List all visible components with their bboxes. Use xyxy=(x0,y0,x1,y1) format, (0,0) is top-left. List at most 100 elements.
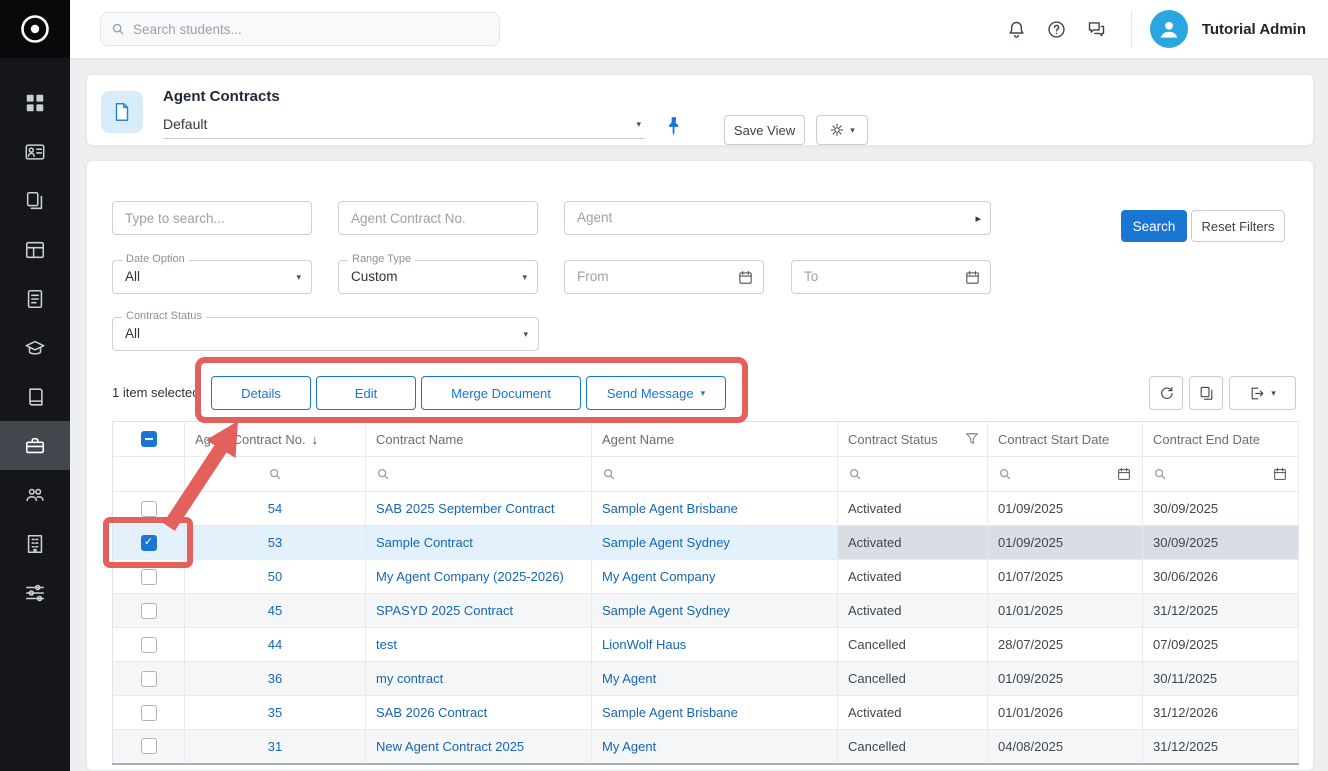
contract-name-link[interactable]: SPASYD 2025 Contract xyxy=(376,603,513,618)
row-checkbox[interactable]: ✓ xyxy=(141,603,157,619)
sidebar-item-staff[interactable] xyxy=(0,470,70,519)
merge-document-button[interactable]: Merge Document xyxy=(421,376,581,410)
search-icon xyxy=(602,467,616,481)
table-row[interactable]: ✓ 50 My Agent Company (2025-2026) My Age… xyxy=(113,560,1299,594)
user-avatar[interactable] xyxy=(1150,10,1188,48)
sidebar-item-organisation[interactable] xyxy=(0,519,70,568)
table-row[interactable]: ✓ 53 Sample Contract Sample Agent Sydney… xyxy=(113,526,1299,560)
header-agent-name[interactable]: Agent Name xyxy=(592,422,838,457)
table-row[interactable]: ✓ 44 test LionWolf Haus Cancelled 28/07/… xyxy=(113,628,1299,662)
agent-name-link[interactable]: Sample Agent Brisbane xyxy=(602,705,738,720)
sidebar-item-invoices[interactable] xyxy=(0,274,70,323)
filter-start-date[interactable] xyxy=(988,457,1143,492)
row-checkbox[interactable]: ✓ xyxy=(141,671,157,687)
selection-count: 1 item selected xyxy=(112,376,199,410)
to-placeholder: To xyxy=(804,269,818,284)
copy-button[interactable] xyxy=(1189,376,1223,410)
contract-name-link[interactable]: SAB 2025 September Contract xyxy=(376,501,555,516)
header-end-date[interactable]: Contract End Date xyxy=(1143,422,1299,457)
filter-contract-no[interactable] xyxy=(185,457,366,492)
sidebar-nav xyxy=(0,78,70,617)
reset-filters-button[interactable]: Reset Filters xyxy=(1191,210,1285,242)
row-checkbox[interactable]: ✓ xyxy=(141,705,157,721)
student-search[interactable] xyxy=(100,12,500,46)
header-start-date[interactable]: Contract Start Date xyxy=(988,422,1143,457)
agent-name-link[interactable]: My Agent Company xyxy=(602,569,715,584)
range-type-value: Custom xyxy=(351,269,398,284)
send-message-button[interactable]: Send Message ▾ xyxy=(586,376,726,410)
export-button[interactable]: ▾ xyxy=(1229,376,1296,410)
row-checkbox[interactable]: ✓ xyxy=(141,637,157,653)
agent-name-link[interactable]: Sample Agent Sydney xyxy=(602,535,730,550)
to-date-input[interactable]: To xyxy=(791,260,991,294)
keyword-filter-input[interactable] xyxy=(112,201,312,235)
date-option-select[interactable]: Date Option All ▾ xyxy=(112,260,312,294)
sidebar-item-settings[interactable] xyxy=(0,568,70,617)
agent-name-link[interactable]: Sample Agent Sydney xyxy=(602,603,730,618)
view-select[interactable]: Default ▾ xyxy=(163,113,645,139)
contract-status-select[interactable]: Contract Status All ▾ xyxy=(112,317,539,351)
row-checkbox[interactable]: ✓ xyxy=(141,535,157,551)
help-button[interactable] xyxy=(1037,9,1077,49)
notifications-button[interactable] xyxy=(997,9,1037,49)
filter-agent-name[interactable] xyxy=(592,457,838,492)
sidebar-item-students[interactable] xyxy=(0,127,70,176)
contract-no-link[interactable]: 35 xyxy=(268,705,282,720)
sidebar-item-dashboard[interactable] xyxy=(0,78,70,127)
table-row[interactable]: ✓ 45 SPASYD 2025 Contract Sample Agent S… xyxy=(113,594,1299,628)
contract-name-link[interactable]: Sample Contract xyxy=(376,535,473,550)
messages-button[interactable] xyxy=(1077,9,1117,49)
contracts-table: Agent Contract No.↓ Contract Name Agent … xyxy=(112,421,1299,765)
header-status[interactable]: Contract Status xyxy=(838,422,988,457)
contract-no-link[interactable]: 44 xyxy=(268,637,282,652)
filter-status[interactable] xyxy=(838,457,988,492)
table-row[interactable]: ✓ 36 my contract My Agent Cancelled 01/0… xyxy=(113,662,1299,696)
header-contract-name[interactable]: Contract Name xyxy=(366,422,592,457)
pin-view-button[interactable] xyxy=(663,115,687,139)
contract-no-link[interactable]: 53 xyxy=(268,535,282,550)
select-all-checkbox[interactable] xyxy=(141,431,157,447)
row-checkbox[interactable]: ✓ xyxy=(141,738,157,754)
search-button[interactable]: Search xyxy=(1121,210,1187,242)
contract-name-link[interactable]: test xyxy=(376,637,397,652)
end-cell: 07/09/2025 xyxy=(1143,628,1299,662)
range-type-select[interactable]: Range Type Custom ▾ xyxy=(338,260,538,294)
contract-no-link[interactable]: 36 xyxy=(268,671,282,686)
sidebar-item-layout[interactable] xyxy=(0,225,70,274)
start-cell: 01/07/2025 xyxy=(988,560,1143,594)
contract-no-link[interactable]: 31 xyxy=(268,739,282,754)
table-row[interactable]: ✓ 35 SAB 2026 Contract Sample Agent Bris… xyxy=(113,696,1299,730)
sidebar-item-documents[interactable] xyxy=(0,176,70,225)
refresh-button[interactable] xyxy=(1149,376,1183,410)
filter-end-date[interactable] xyxy=(1143,457,1299,492)
header-contract-no[interactable]: Agent Contract No.↓ xyxy=(185,422,366,457)
table-row[interactable]: ✓ 54 SAB 2025 September Contract Sample … xyxy=(113,492,1299,526)
agent-name-link[interactable]: Sample Agent Brisbane xyxy=(602,501,738,516)
contract-name-link[interactable]: SAB 2026 Contract xyxy=(376,705,487,720)
contract-name-link[interactable]: my contract xyxy=(376,671,443,686)
contract-no-link[interactable]: 50 xyxy=(268,569,282,584)
filter-contract-name[interactable] xyxy=(366,457,592,492)
contract-no-filter-input[interactable] xyxy=(338,201,538,235)
from-placeholder: From xyxy=(577,269,609,284)
sidebar-item-courses[interactable] xyxy=(0,323,70,372)
contract-name-link[interactable]: New Agent Contract 2025 xyxy=(376,739,524,754)
sidebar-item-library[interactable] xyxy=(0,372,70,421)
row-checkbox[interactable]: ✓ xyxy=(141,569,157,585)
search-input[interactable] xyxy=(133,22,489,37)
contract-no-link[interactable]: 45 xyxy=(268,603,282,618)
row-checkbox[interactable]: ✓ xyxy=(141,501,157,517)
table-row[interactable]: ✓ 31 New Agent Contract 2025 My Agent Ca… xyxy=(113,730,1299,764)
agent-name-link[interactable]: My Agent xyxy=(602,739,656,754)
save-view-button[interactable]: Save View xyxy=(724,115,805,145)
from-date-input[interactable]: From xyxy=(564,260,764,294)
contract-no-link[interactable]: 54 xyxy=(268,501,282,516)
sidebar-item-agents[interactable] xyxy=(0,421,70,470)
edit-button[interactable]: Edit xyxy=(316,376,416,410)
agent-name-link[interactable]: LionWolf Haus xyxy=(602,637,686,652)
agent-filter-select[interactable]: Agent ▸ xyxy=(564,201,991,235)
contract-name-link[interactable]: My Agent Company (2025-2026) xyxy=(376,569,564,584)
view-settings-button[interactable]: ▾ xyxy=(816,115,868,145)
details-button[interactable]: Details xyxy=(211,376,311,410)
agent-name-link[interactable]: My Agent xyxy=(602,671,656,686)
